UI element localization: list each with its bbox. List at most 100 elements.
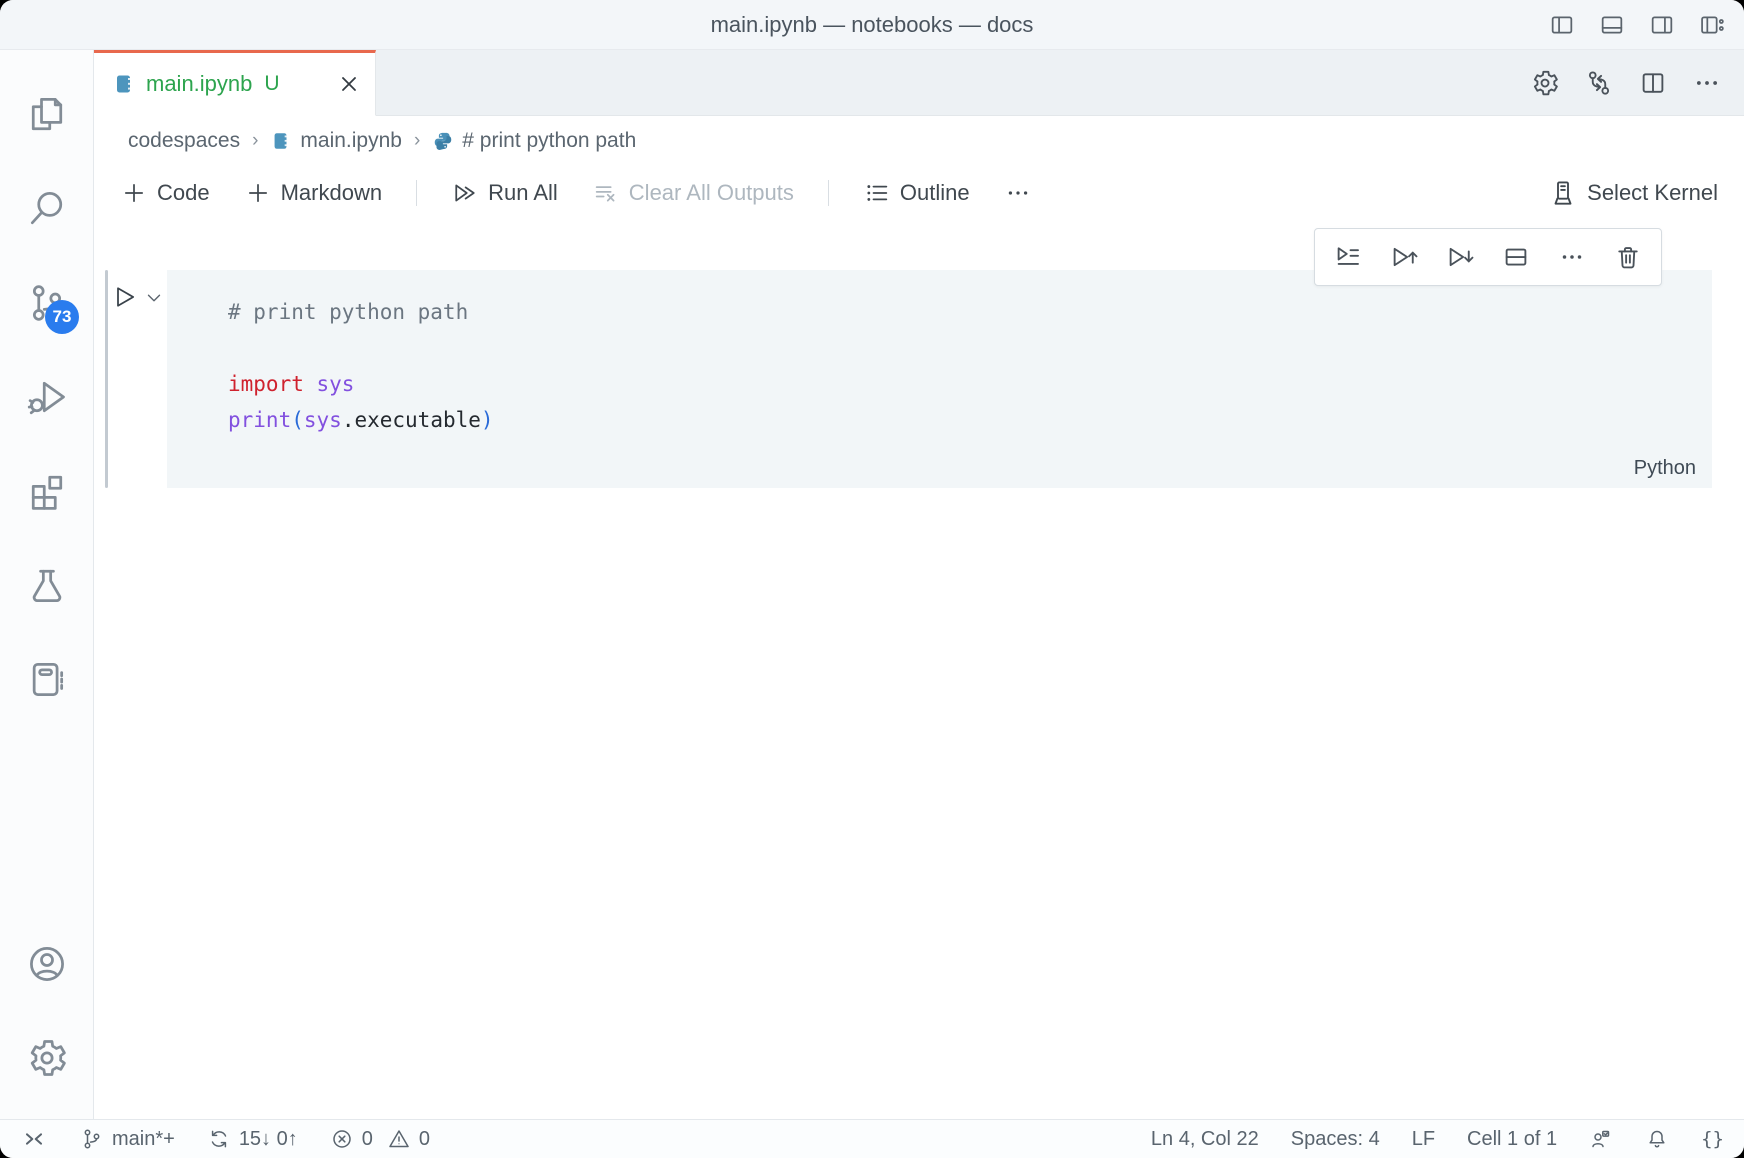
sync-icon — [207, 1127, 231, 1151]
code-token: ) — [481, 408, 494, 432]
sidebar-item-account[interactable] — [0, 917, 93, 1011]
beaker-icon — [25, 563, 69, 607]
sidebar-item-settings[interactable] — [0, 1011, 93, 1105]
notifications-status[interactable] — [1645, 1127, 1669, 1151]
cell-language-picker[interactable]: Python — [1634, 457, 1696, 480]
plus-icon — [244, 179, 272, 207]
sidebar-item-source-control[interactable]: 73 — [0, 256, 93, 350]
sidebar-item-extensions[interactable] — [0, 444, 93, 538]
breadcrumb-folder[interactable]: codespaces — [128, 129, 240, 153]
error-icon — [330, 1127, 354, 1151]
cell-more-icon[interactable] — [1557, 242, 1587, 272]
breadcrumb: codespaces › main.ipynb › # print python… — [94, 116, 1744, 166]
status-bar: main*+ 15↓ 0↑ 0 0 Ln 4, Col 22 Spaces: 4… — [0, 1119, 1744, 1158]
gear-icon — [25, 1036, 69, 1080]
sidebar-item-testing[interactable] — [0, 538, 93, 632]
run-cell-icon[interactable] — [111, 283, 139, 311]
code-line[interactable] — [228, 330, 1712, 366]
code-token: ( — [291, 408, 304, 432]
run-all-button[interactable]: Run All — [451, 179, 558, 207]
clear-outputs-icon — [592, 179, 620, 207]
breadcrumb-file-label: main.ipynb — [300, 129, 402, 153]
select-kernel-label: Select Kernel — [1587, 180, 1718, 206]
select-kernel-button[interactable]: Select Kernel — [1548, 178, 1718, 208]
cell-code-editor[interactable]: # print python path import sysprint(sys.… — [167, 270, 1712, 488]
sync-status[interactable]: 15↓ 0↑ — [207, 1127, 298, 1151]
outline-button[interactable]: Outline — [863, 179, 970, 207]
run-by-line-icon[interactable] — [1333, 242, 1363, 272]
add-code-cell-button[interactable]: Code — [120, 179, 210, 207]
list-outline-icon — [863, 179, 891, 207]
error-count: 0 — [362, 1128, 373, 1151]
layout-controls — [1548, 0, 1726, 49]
git-branch-status[interactable]: main*+ — [80, 1127, 175, 1151]
indentation-label: Spaces: 4 — [1291, 1128, 1380, 1151]
tab-main-ipynb[interactable]: main.ipynb U — [94, 50, 376, 116]
kernel-icon — [1548, 178, 1578, 208]
delete-cell-icon[interactable] — [1613, 242, 1643, 272]
eol-label: LF — [1412, 1128, 1435, 1151]
ellipsis-icon — [1004, 179, 1032, 207]
toggle-primary-sidebar-icon[interactable] — [1548, 11, 1576, 39]
code-token: # print python path — [228, 300, 468, 324]
code-line[interactable]: # print python path — [228, 294, 1712, 330]
execute-above-icon[interactable] — [1389, 242, 1419, 272]
toolbar-separator — [828, 180, 829, 206]
breadcrumb-file[interactable]: main.ipynb — [270, 129, 402, 153]
add-markdown-label: Markdown — [281, 180, 382, 206]
remote-indicator[interactable] — [20, 1125, 48, 1153]
indentation-setting[interactable]: Spaces: 4 — [1291, 1128, 1380, 1151]
problems-status[interactable]: 0 0 — [330, 1127, 430, 1151]
split-editor-icon[interactable] — [1638, 68, 1668, 98]
more-actions-icon[interactable] — [1692, 68, 1722, 98]
editor-actions — [1530, 50, 1744, 115]
breadcrumb-symbol[interactable]: # print python path — [432, 129, 636, 153]
outline-label: Outline — [900, 180, 970, 206]
activity-bar: 73 — [0, 50, 94, 1119]
cell-toolbar — [1314, 228, 1662, 286]
breadcrumb-folder-label: codespaces — [128, 129, 240, 153]
sidebar-item-search[interactable] — [0, 162, 93, 256]
tab-bar: main.ipynb U — [94, 50, 1744, 116]
split-cell-icon[interactable] — [1501, 242, 1531, 272]
sidebar-item-notebook[interactable] — [0, 632, 93, 726]
eol-setting[interactable]: LF — [1412, 1128, 1435, 1151]
scm-pending-badge: 73 — [45, 300, 79, 334]
warning-icon — [387, 1127, 411, 1151]
breadcrumb-symbol-label: # print python path — [462, 129, 636, 153]
feedback-person-icon — [1589, 1127, 1613, 1151]
cell-position[interactable]: Cell 1 of 1 — [1467, 1128, 1557, 1151]
customize-layout-icon[interactable] — [1698, 11, 1726, 39]
sidebar-item-run-debug[interactable] — [0, 350, 93, 444]
notebook-icon — [25, 657, 69, 701]
sync-label: 15↓ 0↑ — [239, 1128, 298, 1151]
open-changes-icon[interactable] — [1584, 68, 1614, 98]
code-line[interactable]: print(sys.executable) — [228, 402, 1712, 438]
cursor-position[interactable]: Ln 4, Col 22 — [1151, 1128, 1259, 1151]
close-icon[interactable] — [337, 72, 361, 96]
chevron-right-icon: › — [412, 130, 422, 152]
braces-indicator[interactable]: {} — [1701, 1128, 1724, 1150]
notebook-settings-gear-icon[interactable] — [1530, 68, 1560, 98]
search-icon — [25, 187, 69, 231]
clear-outputs-label: Clear All Outputs — [629, 180, 794, 206]
add-markdown-cell-button[interactable]: Markdown — [244, 179, 382, 207]
cell-run-gutter — [108, 270, 167, 488]
braces-icon: {} — [1701, 1128, 1724, 1150]
chevron-down-icon[interactable] — [143, 287, 165, 309]
notebook-file-icon — [112, 72, 136, 96]
code-lines: # print python path import sysprint(sys.… — [228, 294, 1712, 438]
notebook-cell: # print python path import sysprint(sys.… — [94, 270, 1744, 488]
code-line[interactable]: import sys — [228, 366, 1712, 402]
feedback-status[interactable] — [1589, 1127, 1613, 1151]
execute-below-icon[interactable] — [1445, 242, 1475, 272]
toggle-panel-icon[interactable] — [1598, 11, 1626, 39]
git-branch-icon — [80, 1127, 104, 1151]
code-token: sys — [304, 408, 342, 432]
modified-indicator: U — [264, 72, 279, 96]
toggle-secondary-sidebar-icon[interactable] — [1648, 11, 1676, 39]
toolbar-more-button[interactable] — [1004, 179, 1032, 207]
clear-all-outputs-button[interactable]: Clear All Outputs — [592, 179, 794, 207]
sidebar-item-explorer[interactable] — [0, 68, 93, 162]
bell-icon — [1645, 1127, 1669, 1151]
